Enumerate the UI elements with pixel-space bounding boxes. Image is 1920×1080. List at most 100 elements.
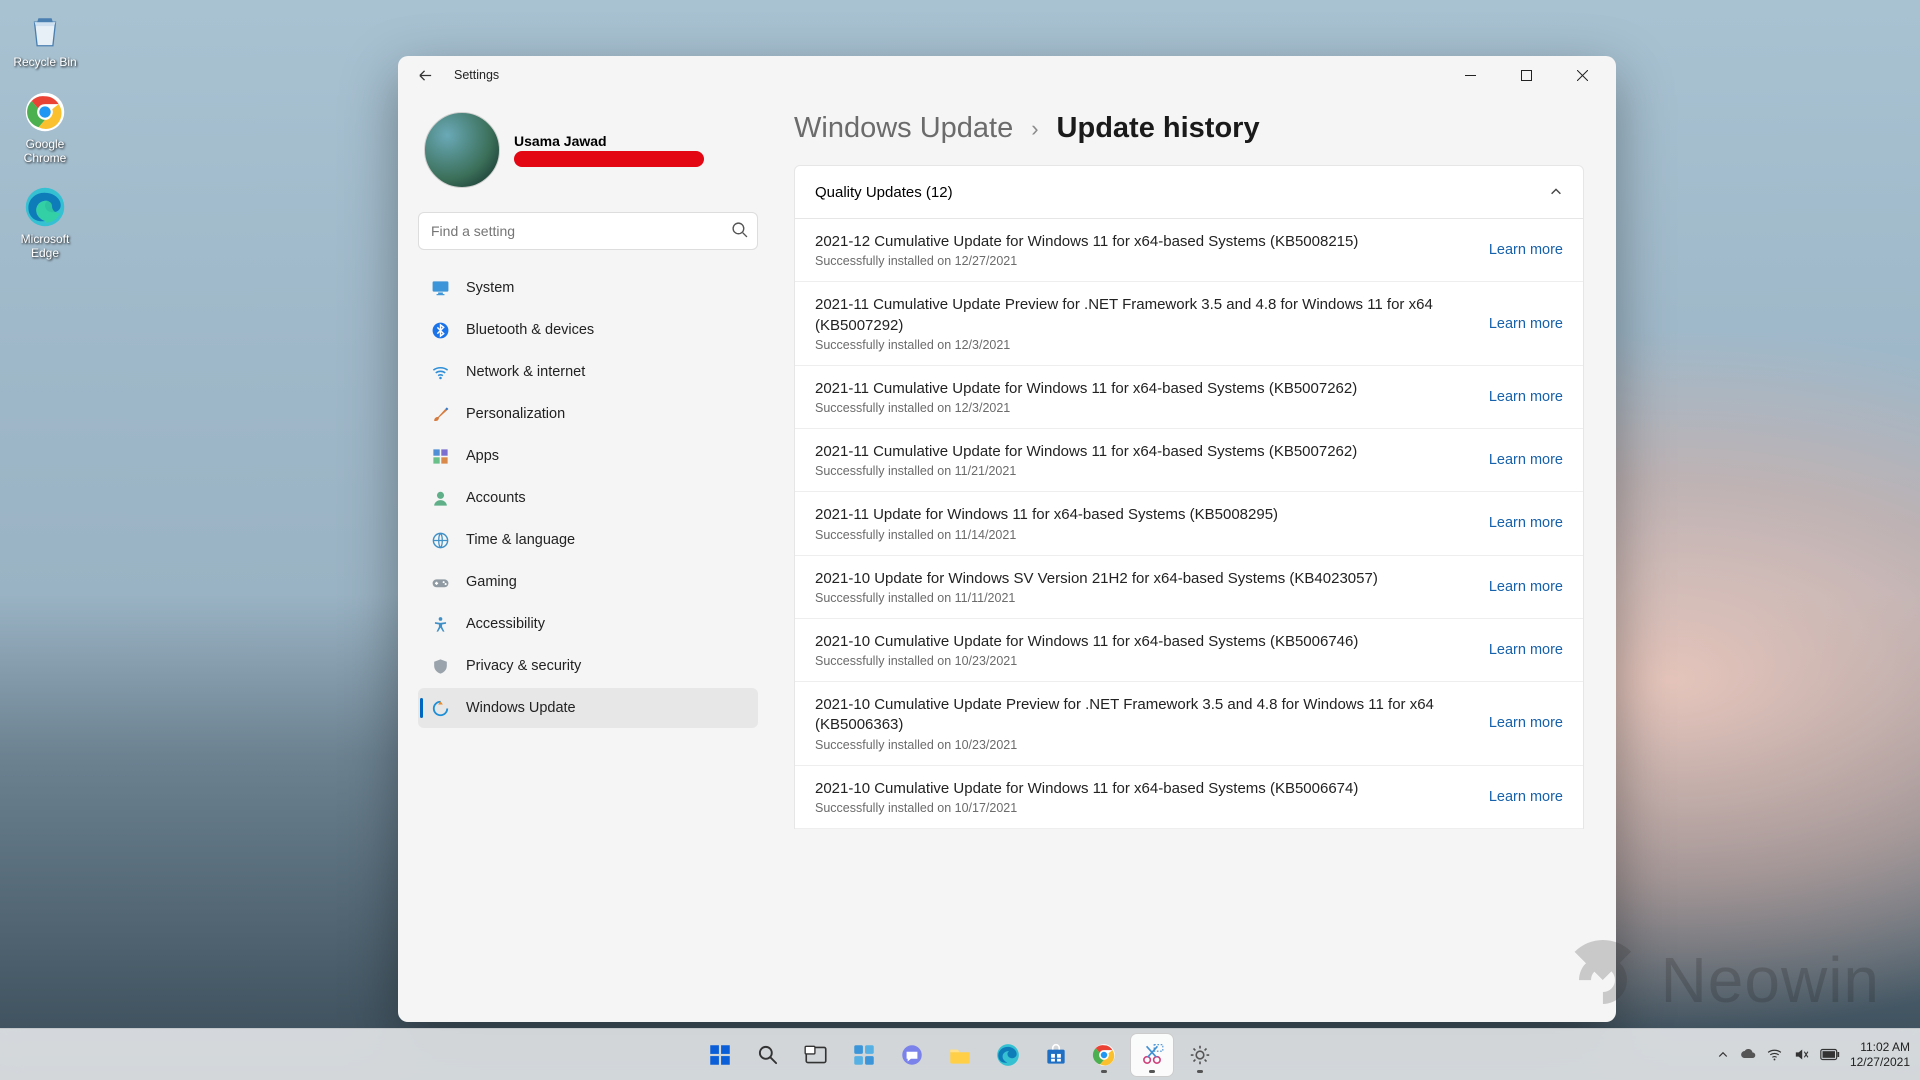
update-row: 2021-11 Cumulative Update for Windows 11… [795, 366, 1583, 429]
taskbar-snipping-tool[interactable] [1131, 1034, 1173, 1076]
tray-overflow-icon[interactable] [1717, 1049, 1729, 1061]
taskbar-file-explorer[interactable] [939, 1034, 981, 1076]
taskbar-store[interactable] [1035, 1034, 1077, 1076]
update-status: Successfully installed on 10/23/2021 [815, 654, 1459, 668]
sidebar-item-label: Personalization [466, 406, 565, 422]
sidebar-item-label: Time & language [466, 532, 575, 548]
taskbar-chat[interactable] [891, 1034, 933, 1076]
store-icon [1043, 1042, 1069, 1068]
search-icon [755, 1042, 781, 1068]
chrome-icon [1091, 1042, 1117, 1068]
task-view-icon [803, 1042, 829, 1068]
content-scroll[interactable]: Quality Updates (12) 2021-12 Cumulative … [788, 165, 1588, 1022]
update-text: 2021-11 Update for Windows 11 for x64-ba… [815, 505, 1459, 541]
user-profile[interactable]: Usama Jawad [418, 112, 758, 188]
minimize-icon [1465, 70, 1476, 81]
sidebar-item-system[interactable]: System [418, 268, 758, 308]
maximize-button[interactable] [1498, 56, 1554, 94]
desktop-icon-chrome[interactable]: Google Chrome [10, 88, 80, 166]
update-row: 2021-11 Cumulative Update for Windows 11… [795, 429, 1583, 492]
desktop-icon-edge[interactable]: Microsoft Edge [10, 183, 80, 261]
desktop-icon-label: Recycle Bin [13, 56, 76, 70]
system-tray[interactable] [1717, 1046, 1840, 1063]
taskbar-right: 11:02 AM 12/27/2021 [1717, 1040, 1910, 1069]
wifi-icon[interactable] [1766, 1046, 1783, 1063]
window-controls [1442, 56, 1610, 94]
taskbar-clock[interactable]: 11:02 AM 12/27/2021 [1850, 1040, 1910, 1069]
title-bar[interactable]: Settings [398, 56, 1616, 94]
globe-icon [430, 530, 450, 550]
monitor-icon [430, 278, 450, 298]
sidebar-item-label: Bluetooth & devices [466, 322, 594, 338]
sidebar-item-label: Accessibility [466, 616, 545, 632]
taskbar-chrome[interactable] [1083, 1034, 1125, 1076]
sidebar-item-windows-update[interactable]: Windows Update [418, 688, 758, 728]
taskbar-start[interactable] [699, 1034, 741, 1076]
sidebar-item-privacy-security[interactable]: Privacy & security [418, 646, 758, 686]
taskbar-edge[interactable] [987, 1034, 1029, 1076]
sidebar-item-accounts[interactable]: Accounts [418, 478, 758, 518]
watermark-text: Neowin [1661, 943, 1880, 1017]
taskbar-widgets[interactable] [843, 1034, 885, 1076]
update-row: 2021-11 Update for Windows 11 for x64-ba… [795, 492, 1583, 555]
update-status: Successfully installed on 12/27/2021 [815, 254, 1459, 268]
sidebar-item-bluetooth-devices[interactable]: Bluetooth & devices [418, 310, 758, 350]
sidebar-item-personalization[interactable]: Personalization [418, 394, 758, 434]
desktop-icon-recycle-bin[interactable]: Recycle Bin [10, 6, 80, 70]
settings-icon [1187, 1042, 1213, 1068]
learn-more-link[interactable]: Learn more [1489, 242, 1563, 258]
brush-icon [430, 404, 450, 424]
sidebar-item-label: Privacy & security [466, 658, 581, 674]
taskbar-settings[interactable] [1179, 1034, 1221, 1076]
learn-more-link[interactable]: Learn more [1489, 389, 1563, 405]
learn-more-link[interactable]: Learn more [1489, 515, 1563, 531]
update-row: 2021-10 Cumulative Update Preview for .N… [795, 682, 1583, 766]
search-icon [731, 221, 748, 238]
learn-more-link[interactable]: Learn more [1489, 642, 1563, 658]
update-row: 2021-10 Cumulative Update for Windows 11… [795, 766, 1583, 829]
minimize-button[interactable] [1442, 56, 1498, 94]
update-text: 2021-10 Cumulative Update for Windows 11… [815, 632, 1459, 668]
user-email-redacted [514, 151, 704, 167]
learn-more-link[interactable]: Learn more [1489, 316, 1563, 332]
close-button[interactable] [1554, 56, 1610, 94]
desktop-icons: Recycle Bin Google Chrome Microsoft Edge [10, 6, 80, 261]
sidebar-item-time-language[interactable]: Time & language [418, 520, 758, 560]
sidebar-item-label: Windows Update [466, 700, 576, 716]
learn-more-link[interactable]: Learn more [1489, 715, 1563, 731]
update-text: 2021-11 Cumulative Update Preview for .N… [815, 295, 1459, 352]
recycle-bin-icon [21, 6, 69, 54]
learn-more-link[interactable]: Learn more [1489, 579, 1563, 595]
onedrive-icon[interactable] [1739, 1046, 1756, 1063]
taskbar: 11:02 AM 12/27/2021 [0, 1028, 1920, 1080]
sidebar-item-network-internet[interactable]: Network & internet [418, 352, 758, 392]
avatar [424, 112, 500, 188]
volume-icon[interactable] [1793, 1046, 1810, 1063]
sidebar-item-label: System [466, 280, 514, 296]
section-header-quality-updates[interactable]: Quality Updates (12) [794, 165, 1584, 219]
accessibility-icon [430, 614, 450, 634]
snipping-tool-icon [1139, 1042, 1165, 1068]
back-button[interactable] [410, 60, 440, 90]
sidebar-item-label: Apps [466, 448, 499, 464]
taskbar-search[interactable] [747, 1034, 789, 1076]
learn-more-link[interactable]: Learn more [1489, 789, 1563, 805]
update-status: Successfully installed on 12/3/2021 [815, 401, 1459, 415]
breadcrumb-parent[interactable]: Windows Update [794, 112, 1013, 145]
sidebar-item-label: Gaming [466, 574, 517, 590]
close-icon [1577, 70, 1588, 81]
user-display-name: Usama Jawad [514, 133, 704, 149]
sidebar-item-apps[interactable]: Apps [418, 436, 758, 476]
taskbar-task-view[interactable] [795, 1034, 837, 1076]
bluetooth-icon [430, 320, 450, 340]
sidebar-item-gaming[interactable]: Gaming [418, 562, 758, 602]
update-text: 2021-10 Cumulative Update for Windows 11… [815, 779, 1459, 815]
sidebar-item-accessibility[interactable]: Accessibility [418, 604, 758, 644]
section-title: Quality Updates (12) [815, 184, 953, 201]
update-list: 2021-12 Cumulative Update for Windows 11… [794, 219, 1584, 829]
update-title: 2021-10 Cumulative Update for Windows 11… [815, 632, 1459, 652]
search-input[interactable] [418, 212, 758, 250]
battery-icon[interactable] [1820, 1048, 1840, 1061]
learn-more-link[interactable]: Learn more [1489, 452, 1563, 468]
sidebar-nav: System Bluetooth & devices Network & inter… [418, 268, 758, 728]
